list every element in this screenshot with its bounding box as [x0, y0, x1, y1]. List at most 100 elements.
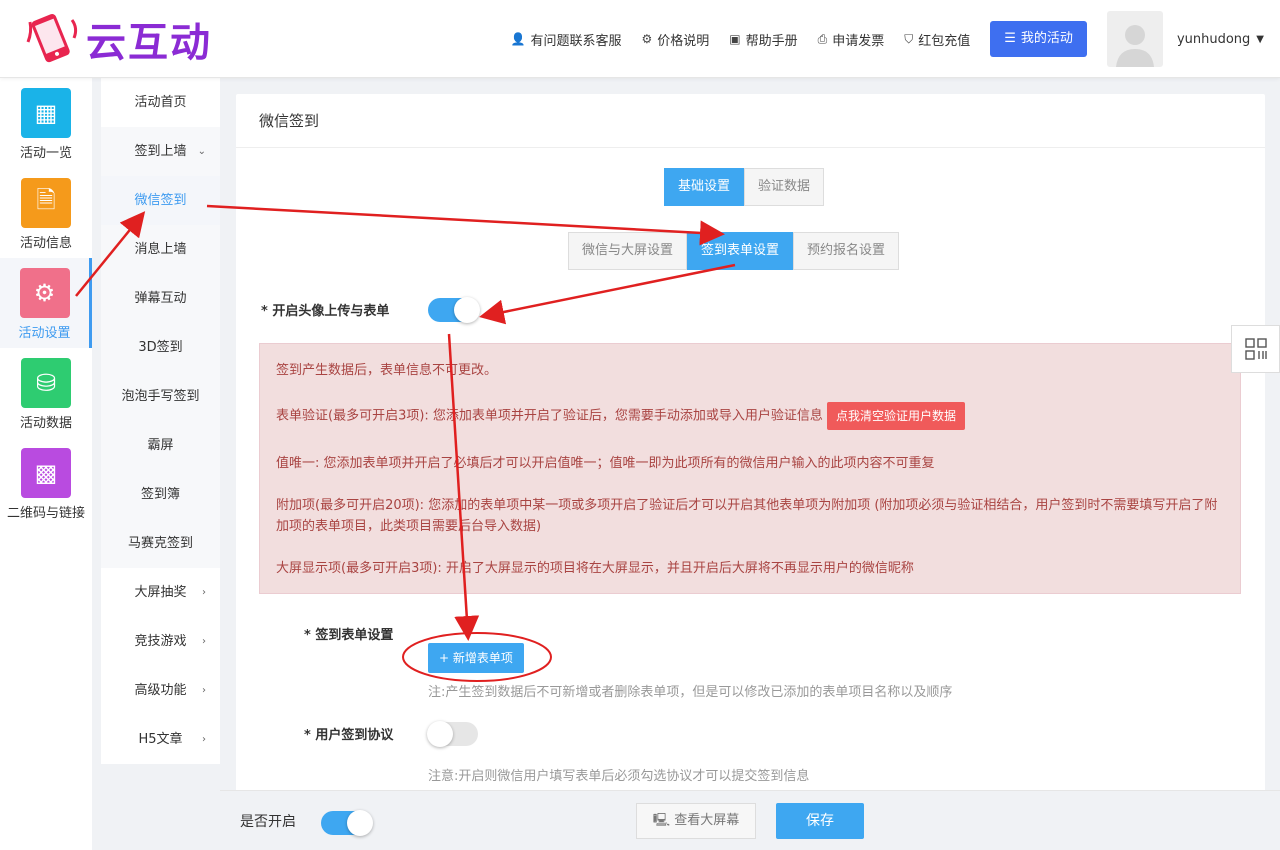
save-button[interactable]: 保存	[776, 803, 864, 839]
floating-qrcode-button[interactable]	[1231, 325, 1280, 373]
sidebar-label: 活动一览	[19, 146, 72, 161]
sidebar-label: 二维码与链接	[6, 506, 85, 521]
agreement-label: * 用户签到协议	[304, 728, 394, 743]
document-icon: 🗎	[21, 178, 71, 228]
gear-icon: ⚙	[641, 32, 653, 46]
submenu-label: 大屏抽奖	[134, 585, 187, 600]
agreement-toggle[interactable]	[427, 721, 478, 747]
submenu-item-3d-checkin[interactable]: 3D签到	[101, 323, 220, 372]
secondary-tabs: 微信与大屏设置 签到表单设置 预约报名设置	[568, 232, 900, 270]
nav-recharge[interactable]: ⛉ 红包充值	[904, 30, 970, 49]
main-panel: 微信签到 基础设置 验证数据 微信与大屏设置 签到表单设置 预约报名设置 * 开…	[236, 94, 1265, 804]
icon-sidebar: ▦ 活动一览 🗎 活动信息 ⚙ 活动设置 ⛁ 活动数据 ▩ 二维码与链接	[0, 78, 92, 850]
submenu-label: 活动首页	[134, 95, 187, 110]
submenu-label: 马赛克签到	[127, 536, 193, 551]
user-silhouette-icon	[1115, 25, 1154, 67]
nav-help[interactable]: ▣ 帮助手册	[729, 30, 797, 49]
sidebar-label: 活动数据	[19, 416, 72, 431]
submenu-item-message-wall[interactable]: 消息上墙	[101, 225, 220, 274]
sidebar-label: 活动信息	[19, 236, 72, 251]
alert-line: 签到产生数据后，表单信息不可更改。	[276, 363, 498, 378]
avatar-upload-toggle[interactable]	[428, 297, 480, 323]
view-screen-button[interactable]: 🖳 查看大屏幕	[636, 803, 756, 839]
avatar-upload-label: * 开启头像上传与表单	[261, 304, 390, 319]
submenu-item-mosaic[interactable]: 马赛克签到	[101, 519, 220, 568]
toggle-knob	[427, 721, 453, 747]
submenu-item-bubble-checkin[interactable]: 泡泡手写签到	[101, 372, 220, 421]
grid-icon: ▦	[21, 88, 71, 138]
submenu-item-takeover[interactable]: 霸屏	[101, 421, 220, 470]
info-alert: 签到产生数据后，表单信息不可更改。 表单验证(最多可开启3项): 您添加表单项并…	[259, 343, 1241, 594]
view-screen-label: 查看大屏幕	[674, 813, 740, 828]
chevron-right-icon: ›	[202, 685, 206, 696]
alert-line: 大屏显示项(最多可开启3项): 开启了大屏显示的项目将在大屏显示，并且开启后大屏…	[276, 561, 914, 576]
avatar[interactable]	[1106, 11, 1163, 67]
nav-label: 价格说明	[657, 33, 710, 49]
submenu-item-h5-article[interactable]: H5文章 ›	[101, 715, 220, 764]
submenu-item-home[interactable]: 活动首页	[101, 78, 220, 127]
my-activity-label: 我的活动	[1020, 31, 1073, 46]
sidebar-item-settings[interactable]: ⚙ 活动设置	[0, 258, 92, 348]
nav-pricing[interactable]: ⚙ 价格说明	[641, 30, 709, 49]
chevron-right-icon: ›	[202, 636, 206, 647]
nav-customer-service[interactable]: 👤 有问题联系客服	[511, 30, 622, 49]
submenu-item-wechat-checkin[interactable]: 微信签到	[101, 176, 220, 225]
username: yunhudong	[1176, 31, 1251, 47]
tab-verify-data[interactable]: 验证数据	[744, 168, 825, 206]
monitor-icon: 🖳	[652, 813, 671, 828]
form-note: 注:产生签到数据后不可新增或者删除表单项，但是可以修改已添加的表单项目名称以及顺…	[428, 685, 953, 700]
alert-text: 表单验证(最多可开启3项): 您添加表单项并开启了验证后，您需要手动添加或导入用…	[276, 408, 823, 424]
shield-icon: ⛉	[904, 31, 914, 46]
tab-reservation-settings[interactable]: 预约报名设置	[793, 232, 900, 270]
tab-form-settings[interactable]: 签到表单设置	[687, 232, 794, 270]
submenu-item-danmaku[interactable]: 弹幕互动	[101, 274, 220, 323]
nav-label: 申请发票	[832, 33, 885, 49]
my-activity-button[interactable]: ☰ 我的活动	[990, 21, 1087, 57]
user-menu[interactable]: yunhudong ▼	[1177, 32, 1264, 47]
gear-icon: ⚙	[19, 268, 70, 318]
submenu-item-checkin-wall[interactable]: 签到上墙 ⌄	[101, 127, 220, 176]
submenu-item-lottery[interactable]: 大屏抽奖 ›	[101, 568, 220, 617]
list-icon: ☰	[1004, 31, 1016, 46]
toggle-knob	[347, 810, 373, 836]
enable-label: 是否开启	[240, 814, 296, 830]
nav-label: 红包充值	[918, 33, 971, 49]
alert-line: 值唯一: 您添加表单项并开启了必填后才可以开启值唯一；值唯一即为此项所有的微信用…	[276, 456, 935, 471]
add-form-item-button[interactable]: + 新增表单项	[428, 643, 524, 673]
submenu-label: 弹幕互动	[134, 291, 187, 306]
form-setting-label: * 签到表单设置	[304, 628, 394, 643]
sub-menu: 活动首页 签到上墙 ⌄ 微信签到 消息上墙 弹幕互动 3D签到 泡泡手写签到 霸屏…	[101, 78, 220, 764]
tab-wechat-screen[interactable]: 微信与大屏设置	[568, 232, 688, 270]
enable-toggle[interactable]	[321, 810, 373, 836]
toggle-knob	[454, 297, 480, 323]
caret-down-icon: ▼	[1256, 33, 1264, 45]
clear-verify-data-button[interactable]: 点我清空验证用户数据	[826, 402, 965, 430]
submenu-label: 泡泡手写签到	[121, 389, 200, 404]
submenu-label: 霸屏	[147, 438, 174, 453]
submenu-label: 签到簿	[140, 487, 180, 502]
database-icon: ⛁	[21, 358, 71, 408]
agreement-note: 注意:开启则微信用户填写表单后必须勾选协议才可以提交签到信息	[428, 769, 810, 784]
submenu-label: 3D签到	[138, 340, 183, 355]
chevron-down-icon: ⌄	[197, 146, 206, 157]
submenu-label: 签到上墙	[134, 144, 187, 159]
phone-logo-icon	[26, 14, 78, 63]
nav-invoice[interactable]: ⎙ 申请发票	[818, 30, 885, 49]
sidebar-item-qrcode[interactable]: ▩ 二维码与链接	[0, 438, 92, 528]
logo[interactable]: 云互动	[22, 10, 212, 68]
nav-label: 帮助手册	[745, 33, 798, 49]
submenu-label: 微信签到	[134, 193, 187, 208]
submenu-label: 高级功能	[134, 683, 187, 698]
sidebar-item-data[interactable]: ⛁ 活动数据	[0, 348, 92, 438]
submenu-item-games[interactable]: 竞技游戏 ›	[101, 617, 220, 666]
sidebar-item-info[interactable]: 🗎 活动信息	[0, 168, 92, 258]
submenu-item-guestbook[interactable]: 签到簿	[101, 470, 220, 519]
qrcode-icon: ▩	[21, 448, 71, 498]
top-nav: 👤 有问题联系客服 ⚙ 价格说明 ▣ 帮助手册 ⎙ 申请发票 ⛉ 红包充值 ☰ …	[511, 0, 1280, 78]
tab-basic-settings[interactable]: 基础设置	[664, 168, 745, 206]
printer-icon: ⎙	[817, 31, 828, 46]
submenu-item-advanced[interactable]: 高级功能 ›	[101, 666, 220, 715]
submenu-label: 消息上墙	[134, 242, 187, 257]
page-title: 微信签到	[236, 94, 1265, 148]
sidebar-item-overview[interactable]: ▦ 活动一览	[0, 78, 92, 168]
